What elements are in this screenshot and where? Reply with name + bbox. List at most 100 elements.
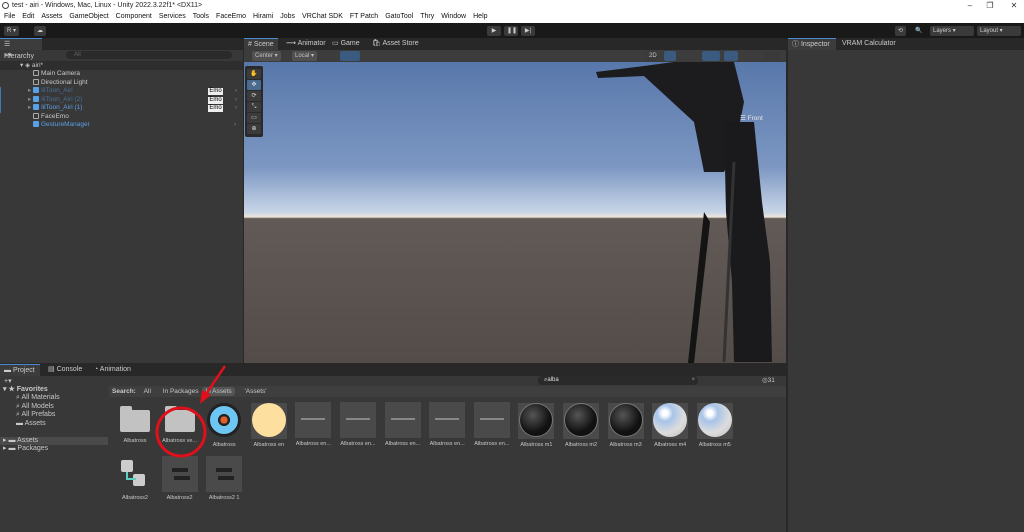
hierarchy-search-input[interactable]: All [66,51,232,59]
asset-dark3[interactable]: Albatross m3 [603,402,649,448]
menu-edit[interactable]: Edit [22,11,34,23]
hierarchy-item[interactable]: ▸ lilToon_Airi (2) Emo › [0,95,243,105]
asset-shiny[interactable]: Albatross m5 [692,402,738,448]
menu-vrchat-sdk[interactable]: VRChat SDK [302,11,343,23]
hierarchy-item[interactable]: GestureManager › [0,121,243,130]
tab-game[interactable]: ▭ Game [328,38,364,50]
expand-arrow-icon[interactable]: ▸ [28,104,31,111]
effects-toggle[interactable] [702,51,720,61]
folder-assets[interactable]: ▸ ▬ Assets [0,437,108,445]
tab-vram-calculator[interactable]: VRAM Calculator [838,38,900,50]
favorite-item[interactable]: ⌕ All Models [0,403,108,412]
clear-search-icon[interactable]: × [691,376,695,385]
menu-component[interactable]: Component [116,11,152,23]
grid-snap-button[interactable] [340,51,360,61]
layers-dropdown[interactable]: Layers ▾ [930,26,974,36]
asset-anim[interactable]: Albatross en... [380,402,426,447]
favorite-item[interactable]: ▬ Assets [0,420,108,429]
close-button[interactable]: ✕ [1004,0,1024,11]
chevron-right-icon[interactable]: › [235,87,237,96]
tab-animation[interactable]: ◔ Animation [90,364,135,376]
menu-assets[interactable]: Assets [41,11,62,23]
create-asset-button[interactable]: +▾ [4,377,12,385]
hand-tool-icon[interactable]: ✋ [247,69,261,79]
scene-panel: # Scene ⟿ Animator ▭ Game 🛍 Asset Store Cen… [244,38,786,363]
lighting-toggle[interactable] [664,51,676,61]
favorites-header[interactable]: ▾ ★ Favorites [0,386,108,394]
hierarchy-item[interactable]: Main Camera [0,70,243,79]
hierarchy-item[interactable]: FaceEmo [0,113,243,122]
pause-button[interactable]: ❚❚ [504,26,518,36]
asset-circle[interactable]: Albatross en [246,402,292,448]
menu-services[interactable]: Services [159,11,186,23]
tab-project[interactable]: ▬ Project [0,364,40,376]
emo-badge: Emo [208,96,223,104]
maximize-button[interactable]: ❐ [980,0,1000,11]
menu-tools[interactable]: Tools [193,11,209,23]
tab-inspector[interactable]: ⓘ Inspector [788,38,836,50]
scene-viewport[interactable]: ☰ Front ✋ ✥ ⟳ ⤡ ▭ ⊕ [244,62,786,363]
menu-thry[interactable]: Thry [420,11,434,23]
undo-history-button[interactable]: ⟲ [895,26,907,36]
favorite-item[interactable]: ⌕ All Materials [0,394,108,403]
search-button[interactable]: 🔍 [912,26,925,36]
gameobject-icon [33,121,39,128]
hierarchy-item[interactable]: ▸ lilToon_Airi (1) Emo › [0,104,243,113]
menu-ft-patch[interactable]: FT Patch [350,11,378,23]
tab-animator[interactable]: ⟿ Animator [282,38,330,50]
emo-badge: Emo [208,105,223,112]
menu-jobs[interactable]: Jobs [280,11,295,23]
pivot-dropdown[interactable]: Center ▾ [252,51,281,61]
minimize-button[interactable]: – [960,0,980,11]
asset-anim[interactable]: Albatross en... [335,402,381,447]
menu-gameobject[interactable]: GameObject [69,11,108,23]
asset-dark2[interactable]: Albatross m2 [558,402,604,448]
menu-faceemo[interactable]: FaceEmo [216,11,246,23]
rect-tool-icon[interactable]: ▭ [247,113,261,123]
step-button[interactable]: ▶| [521,26,535,36]
scene-root[interactable]: ▾ ◈ airi* [0,61,243,70]
tab-console[interactable]: ▤ Console [44,364,86,376]
asset-dark[interactable]: Albatross m1 [513,402,559,448]
project-sidebar: ▾ ★ Favorites ⌕ All Materials ⌕ All Model… [0,386,108,532]
menu-file[interactable]: File [4,11,15,23]
tab-hierarchy[interactable]: ☰ Hierarchy [0,38,42,60]
transform-tool-icon[interactable]: ⊕ [247,124,261,134]
menu-help[interactable]: Help [473,11,487,23]
play-button[interactable]: ▶ [487,26,501,36]
menu-window[interactable]: Window [441,11,466,23]
chevron-right-icon[interactable]: › [234,121,236,130]
title-bar: test - airi - Windows, Mac, Linux - Unit… [0,0,1024,11]
tab-asset-store[interactable]: 🛍 Asset Store [368,38,423,50]
expand-arrow-icon[interactable]: ▸ [28,87,31,94]
scale-tool-icon[interactable]: ⤡ [247,102,261,112]
create-button[interactable]: +▾ [4,51,12,59]
expand-arrow-icon[interactable]: ▸ [28,96,31,103]
asset-anim[interactable]: Albatross en... [424,402,470,447]
chevron-right-icon[interactable]: › [235,104,237,113]
rotate-tool-icon[interactable]: ⟳ [247,91,261,101]
chevron-right-icon[interactable]: › [235,96,237,105]
search-placeholder: All [74,52,81,58]
asset-anim[interactable]: Albatross en... [290,402,336,447]
asset-anim[interactable]: Albatross en... [469,402,515,447]
favorite-item[interactable]: ⌕ All Prefabs [0,411,108,420]
menu-hirami[interactable]: Hirami [253,11,273,23]
menu-gatotool[interactable]: GatoTool [385,11,413,23]
hierarchy-item[interactable]: ▸ lilToon_Airi Emo › [0,87,243,96]
asset-shiny[interactable]: Albatross m4 [647,402,693,448]
move-tool-icon[interactable]: ✥ [247,80,261,90]
folder-packages[interactable]: ▸ ▬ Packages [0,445,108,453]
account-button[interactable]: R ▾ [4,26,20,36]
2d-toggle[interactable]: 2D [646,51,658,61]
layout-dropdown[interactable]: Layout ▾ [977,26,1021,36]
hierarchy-item[interactable]: Directional Light [0,79,243,88]
project-search-input[interactable]: ⌕alba × [538,376,698,385]
space-dropdown[interactable]: Local ▾ [292,51,318,61]
hidden-objects-toggle[interactable] [724,51,738,61]
hidden-packages-count[interactable]: ◎31 [762,376,775,384]
gizmos-dropdown[interactable] [764,51,780,61]
tab-scene[interactable]: # Scene [244,38,278,50]
scope-assets-folder[interactable]: 'Assets' [245,388,267,395]
cloud-button[interactable]: ☁ [34,26,46,36]
